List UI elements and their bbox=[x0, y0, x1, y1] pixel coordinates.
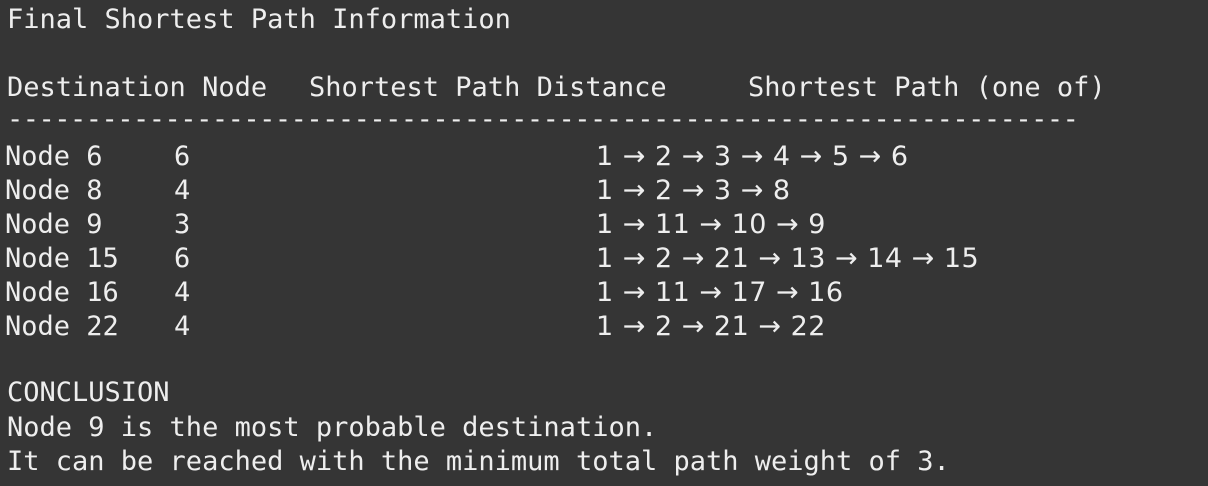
table-header: Destination Node Shortest Path Distance … bbox=[7, 71, 1106, 105]
row-node: Node 15 bbox=[5, 243, 119, 274]
row-node: Node 8 bbox=[5, 175, 103, 206]
row-node: Node 9 bbox=[5, 209, 103, 240]
row-node: Node 16 bbox=[5, 277, 119, 308]
conclusion-line: Node 9 is the most probable destination. bbox=[7, 412, 658, 443]
row-node: Node 22 bbox=[5, 311, 119, 342]
output-title: Final Shortest Path Information bbox=[7, 4, 511, 35]
table-row: Node 9 3 1 → 11 → 10 → 9 bbox=[0, 208, 1208, 242]
table-row: Node 8 4 1 → 2 → 3 → 8 bbox=[0, 174, 1208, 208]
header-path: Shortest Path (one of) bbox=[748, 72, 1106, 103]
row-distance: 4 bbox=[174, 277, 191, 308]
terminal-output: Final Shortest Path Information Destinat… bbox=[0, 0, 1208, 486]
table-row: Node 15 6 1 → 2 → 21 → 13 → 14 → 15 bbox=[0, 242, 1208, 276]
row-distance: 6 bbox=[174, 243, 191, 274]
table-row: Node 16 4 1 → 11 → 17 → 16 bbox=[0, 276, 1208, 310]
header-destination: Destination Node bbox=[7, 72, 268, 103]
conclusion-heading: CONCLUSION bbox=[7, 377, 170, 408]
row-distance: 6 bbox=[174, 141, 191, 172]
header-distance: Shortest Path Distance bbox=[309, 72, 667, 103]
row-node: Node 6 bbox=[5, 141, 103, 172]
table-divider: ----------------------------------------… bbox=[7, 104, 1079, 135]
row-path: 1 → 11 → 10 → 9 bbox=[596, 209, 826, 240]
table-row: Node 22 4 1 → 2 → 21 → 22 bbox=[0, 310, 1208, 344]
row-path: 1 → 2 → 21 → 13 → 14 → 15 bbox=[596, 243, 980, 274]
row-path: 1 → 2 → 21 → 22 bbox=[596, 311, 826, 342]
row-path: 1 → 2 → 3 → 8 bbox=[596, 175, 791, 206]
row-path: 1 → 2 → 3 → 4 → 5 → 6 bbox=[596, 141, 909, 172]
row-path: 1 → 11 → 17 → 16 bbox=[596, 277, 844, 308]
table-row: Node 6 6 1 → 2 → 3 → 4 → 5 → 6 bbox=[0, 140, 1208, 174]
row-distance: 4 bbox=[174, 175, 191, 206]
row-distance: 4 bbox=[174, 311, 191, 342]
row-distance: 3 bbox=[174, 209, 191, 240]
conclusion-line: It can be reached with the minimum total… bbox=[7, 446, 950, 477]
